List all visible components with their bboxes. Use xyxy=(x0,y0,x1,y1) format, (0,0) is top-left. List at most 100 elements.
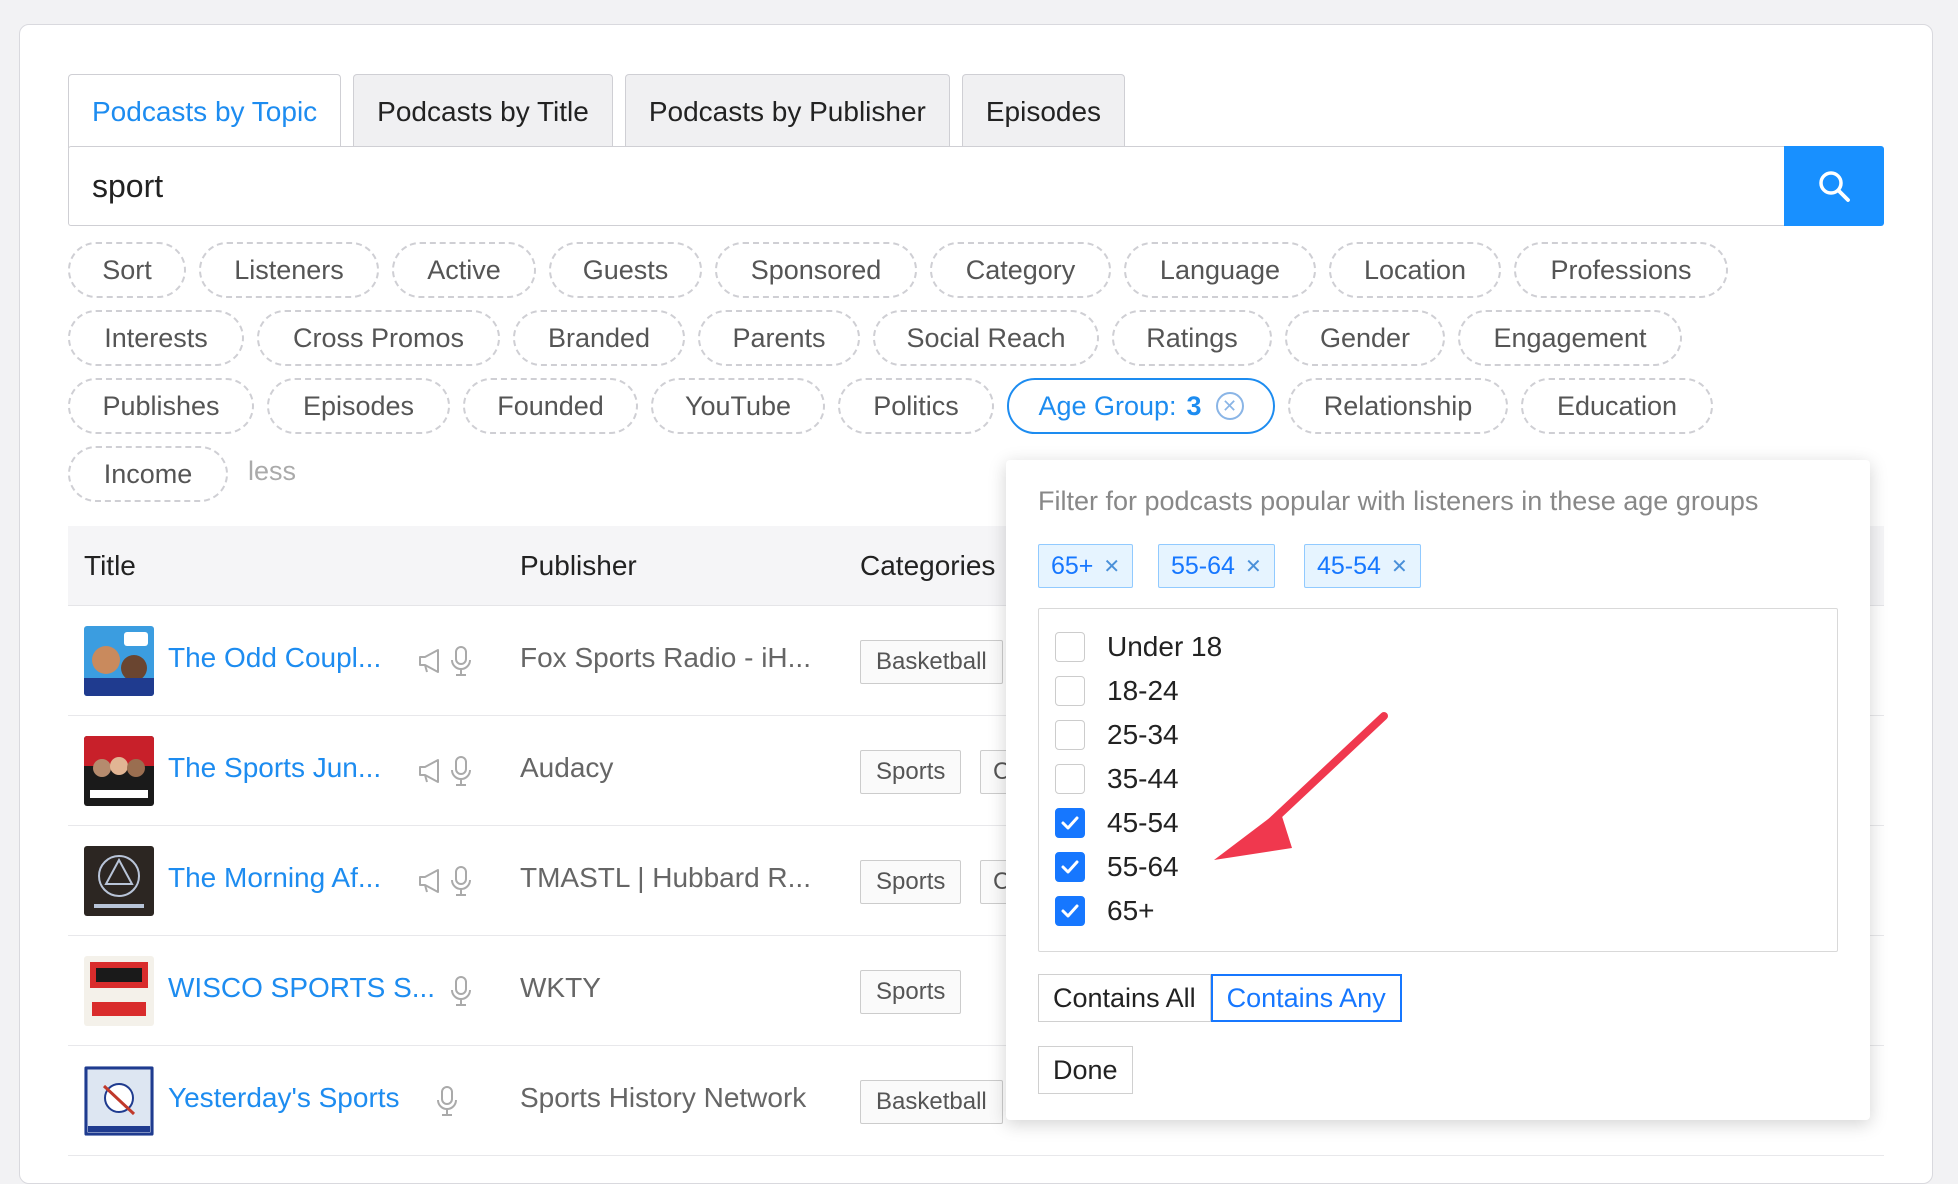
tab-podcasts-by-publisher[interactable]: Podcasts by Publisher xyxy=(624,74,950,148)
publisher-name: WKTY xyxy=(520,972,601,1003)
filter-chip-language[interactable]: Language xyxy=(1124,242,1316,298)
filter-chip-social-reach[interactable]: Social Reach xyxy=(873,310,1099,366)
tab-episodes[interactable]: Episodes xyxy=(961,74,1126,148)
option-label: 55-64 xyxy=(1107,851,1179,882)
podcast-title-link[interactable]: The Morning Af... xyxy=(168,862,381,894)
tab-podcasts-by-topic[interactable]: Podcasts by Topic xyxy=(68,74,342,148)
microphone-icon xyxy=(451,976,471,1006)
option-label: 45-54 xyxy=(1107,807,1179,838)
publisher-name: Fox Sports Radio - iH... xyxy=(520,642,811,673)
checkmark-icon xyxy=(1061,904,1079,918)
column-header-categories[interactable]: Categories xyxy=(860,550,995,582)
publisher-name: Audacy xyxy=(520,752,614,783)
checkbox-checked[interactable] xyxy=(1055,852,1085,882)
podcast-title-link[interactable]: Yesterday's Sports xyxy=(168,1082,400,1114)
selected-tag: 65+ ✕ xyxy=(1038,544,1134,588)
filter-chip-relationship[interactable]: Relationship xyxy=(1288,378,1508,434)
podcast-cover-image xyxy=(84,626,154,696)
filter-chip-income[interactable]: Income xyxy=(68,446,228,502)
age-option-18-24[interactable]: 18-24 xyxy=(1055,673,1179,709)
selected-tag: 45-54 ✕ xyxy=(1304,544,1421,588)
age-option-35-44[interactable]: 35-44 xyxy=(1055,761,1179,797)
age-option-25-34[interactable]: 25-34 xyxy=(1055,717,1179,753)
age-option-65-plus[interactable]: 65+ xyxy=(1055,893,1155,929)
remove-tag-icon[interactable]: ✕ xyxy=(1103,554,1120,579)
podcast-title-link[interactable]: The Odd Coupl... xyxy=(168,642,381,674)
category-tag: Sports xyxy=(860,860,962,904)
podcast-cover-image xyxy=(84,956,154,1026)
microphone-icon xyxy=(451,756,471,786)
checkbox[interactable] xyxy=(1055,720,1085,750)
filter-chip-gender[interactable]: Gender xyxy=(1285,310,1445,366)
category-tag: Basketball xyxy=(860,1080,1003,1124)
filter-chip-active[interactable]: Active xyxy=(392,242,536,298)
checkbox-checked[interactable] xyxy=(1055,808,1085,838)
filter-chip-founded[interactable]: Founded xyxy=(463,378,638,434)
microphone-icon xyxy=(437,1086,457,1116)
column-header-title[interactable]: Title xyxy=(84,550,136,582)
clear-circle-icon[interactable]: ✕ xyxy=(1215,392,1244,420)
filter-chip-age-group[interactable]: Age Group: 3 ✕ xyxy=(1007,378,1275,434)
filter-chip-cross-promos[interactable]: Cross Promos xyxy=(257,310,500,366)
filter-chip-location[interactable]: Location xyxy=(1329,242,1501,298)
category-tag: Basketball xyxy=(860,640,1003,684)
selected-tag-label: 55-64 xyxy=(1171,551,1235,580)
contains-any-button[interactable]: Contains Any xyxy=(1210,974,1402,1022)
checkmark-icon xyxy=(1061,860,1079,874)
podcast-cover-image xyxy=(84,736,154,806)
age-option-55-64[interactable]: 55-64 xyxy=(1055,849,1179,885)
age-group-count: 3 xyxy=(1186,390,1202,421)
checkbox[interactable] xyxy=(1055,764,1085,794)
option-label: Under 18 xyxy=(1107,631,1223,662)
tab-podcasts-by-title[interactable]: Podcasts by Title xyxy=(353,74,613,148)
checkbox[interactable] xyxy=(1055,676,1085,706)
remove-tag-icon[interactable]: ✕ xyxy=(1391,554,1408,579)
podcast-cover-image xyxy=(84,846,154,916)
remove-tag-icon[interactable]: ✕ xyxy=(1245,554,1262,579)
column-header-publisher[interactable]: Publisher xyxy=(520,550,637,582)
filter-chip-professions[interactable]: Professions xyxy=(1514,242,1728,298)
option-label: 25-34 xyxy=(1107,719,1179,750)
search-button[interactable] xyxy=(1784,146,1884,226)
selected-tag-label: 65+ xyxy=(1051,551,1094,580)
filter-chip-category[interactable]: Category xyxy=(930,242,1111,298)
filter-chip-youtube[interactable]: YouTube xyxy=(651,378,825,434)
option-label: 35-44 xyxy=(1107,763,1179,794)
filter-chip-ratings[interactable]: Ratings xyxy=(1112,310,1272,366)
show-less-link[interactable]: less xyxy=(248,456,296,487)
microphone-icon xyxy=(451,866,471,896)
filter-chip-interests[interactable]: Interests xyxy=(68,310,244,366)
checkmark-icon xyxy=(1061,816,1079,830)
age-option-45-54[interactable]: 45-54 xyxy=(1055,805,1179,841)
megaphone-icon xyxy=(419,759,439,783)
age-option-under-18[interactable]: Under 18 xyxy=(1055,629,1222,665)
filter-chip-sort[interactable]: Sort xyxy=(68,242,186,298)
filter-chip-engagement[interactable]: Engagement xyxy=(1458,310,1682,366)
search-icon xyxy=(1819,171,1850,202)
contains-all-button[interactable]: Contains All xyxy=(1038,974,1211,1022)
podcast-title-link[interactable]: The Sports Jun... xyxy=(168,752,381,784)
filter-chip-listeners[interactable]: Listeners xyxy=(199,242,379,298)
selected-tag-label: 45-54 xyxy=(1317,551,1381,580)
checkbox[interactable] xyxy=(1055,632,1085,662)
match-mode-toggle: Contains All Contains Any xyxy=(1038,974,1402,1022)
checkbox-checked[interactable] xyxy=(1055,896,1085,926)
popover-description: Filter for podcasts popular with listene… xyxy=(1038,486,1759,516)
age-group-popover: Filter for podcasts popular with listene… xyxy=(1006,460,1870,1120)
filter-chip-publishes[interactable]: Publishes xyxy=(68,378,254,434)
filter-chip-education[interactable]: Education xyxy=(1521,378,1713,434)
filter-chip-sponsored[interactable]: Sponsored xyxy=(715,242,917,298)
megaphone-icon xyxy=(419,869,439,893)
filter-chip-branded[interactable]: Branded xyxy=(513,310,685,366)
selected-tag: 55-64 ✕ xyxy=(1158,544,1275,588)
filter-chip-episodes[interactable]: Episodes xyxy=(267,378,450,434)
podcast-title-link[interactable]: WISCO SPORTS S... xyxy=(168,972,435,1004)
filter-chip-politics[interactable]: Politics xyxy=(838,378,994,434)
filter-chip-guests[interactable]: Guests xyxy=(549,242,702,298)
search-input[interactable] xyxy=(68,146,1784,226)
done-button[interactable]: Done xyxy=(1038,1046,1133,1094)
publisher-name: TMASTL | Hubbard R... xyxy=(520,862,811,893)
age-group-label: Age Group: xyxy=(1038,390,1177,421)
filter-chip-parents[interactable]: Parents xyxy=(698,310,860,366)
megaphone-icon xyxy=(419,649,439,673)
